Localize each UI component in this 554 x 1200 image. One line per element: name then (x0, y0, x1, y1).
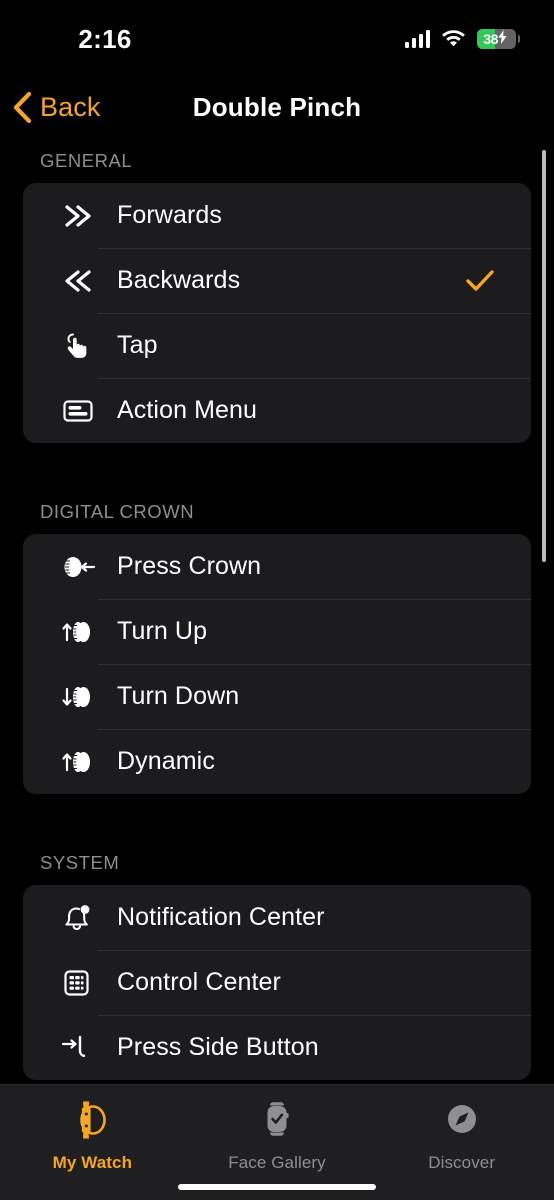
back-button-label: Back (40, 91, 101, 122)
tab-label: Face Gallery (228, 1153, 326, 1172)
side-button-icon (61, 1033, 103, 1063)
status-bar-indicators: 38 (404, 27, 520, 51)
row-press-side-button[interactable]: Press Side Button (23, 1015, 531, 1080)
home-indicator (178, 1184, 376, 1190)
tab-discover[interactable]: Discover (369, 1099, 554, 1173)
battery-indicator: 38 (477, 29, 520, 49)
row-action-menu[interactable]: Action Menu (23, 378, 531, 443)
status-bar-clock: 2:16 (78, 23, 132, 54)
section-system: SYSTEM Notification Center Control Cente… (0, 852, 554, 1080)
row-press-crown[interactable]: Press Crown (23, 534, 531, 599)
crown-turn-down-icon (61, 683, 103, 711)
section-digital-crown: DIGITAL CROWN Press Crown Turn Up Turn D… (0, 501, 554, 794)
row-label: Press Crown (117, 552, 262, 580)
watch-icon (72, 1099, 112, 1146)
battery-icon: 38 (477, 29, 517, 49)
wifi-icon (441, 27, 466, 51)
row-label: Press Side Button (117, 1033, 319, 1061)
row-label: Turn Down (117, 682, 240, 710)
control-center-icon (61, 968, 103, 998)
row-dynamic[interactable]: Dynamic (23, 729, 531, 794)
battery-percent-label: 38 (483, 31, 498, 47)
chevron-left-icon (12, 91, 32, 124)
vertical-scrollbar[interactable] (542, 150, 546, 562)
tap-hand-icon (61, 330, 103, 362)
section-header-system: SYSTEM (40, 852, 120, 873)
tab-my-watch[interactable]: My Watch (0, 1099, 185, 1173)
compass-icon (442, 1099, 482, 1146)
navigation-bar: Double Pinch Back (0, 78, 554, 136)
crown-turn-up-icon (61, 618, 103, 646)
row-label: Turn Up (117, 617, 208, 645)
row-control-center[interactable]: Control Center (23, 950, 531, 1015)
row-label: Dynamic (117, 747, 215, 775)
crown-dynamic-icon (61, 748, 103, 776)
settings-card-general: Forwards Backwards Tap Action Menu (23, 183, 531, 443)
checkmark-icon (465, 268, 495, 294)
tab-label: My Watch (52, 1153, 133, 1172)
crown-press-icon (61, 553, 103, 581)
watch-face-icon (257, 1099, 297, 1146)
back-button[interactable]: Back (12, 78, 100, 136)
row-label: Control Center (117, 968, 281, 996)
cellular-bars-icon (404, 30, 431, 48)
row-turn-up[interactable]: Turn Up (23, 599, 531, 664)
bell-icon (61, 903, 103, 933)
section-header-digital-crown: DIGITAL CROWN (40, 501, 195, 522)
tab-bar: My Watch Face Gallery Discover (0, 1084, 554, 1200)
status-bar: 2:16 38 (0, 0, 554, 70)
tab-label: Discover (428, 1153, 496, 1172)
section-header-general: GENERAL (40, 150, 133, 171)
row-turn-down[interactable]: Turn Down (23, 664, 531, 729)
row-label: Action Menu (117, 396, 258, 424)
row-notification-center[interactable]: Notification Center (23, 885, 531, 950)
battery-cap (517, 35, 520, 43)
chevron-double-right-icon (61, 202, 103, 230)
settings-card-system: Notification Center Control Center Press… (23, 885, 531, 1080)
tab-face-gallery[interactable]: Face Gallery (185, 1099, 370, 1173)
row-backwards[interactable]: Backwards (23, 248, 531, 313)
row-label: Backwards (117, 266, 241, 294)
row-forwards[interactable]: Forwards (23, 183, 531, 248)
row-label: Forwards (117, 201, 222, 229)
action-menu-icon (61, 397, 103, 425)
row-tap[interactable]: Tap (23, 313, 531, 378)
phone-screen: 2:16 38 Double Pinch Back GENERAL Forwar… (0, 0, 554, 1200)
battery-charging-bolt-icon (498, 29, 507, 49)
chevron-double-left-icon (61, 267, 103, 295)
settings-scroll-view[interactable]: GENERAL Forwards Backwards Tap Action Me… (0, 150, 554, 1084)
row-label: Notification Center (117, 903, 325, 931)
section-general: GENERAL Forwards Backwards Tap Action Me… (0, 150, 554, 443)
settings-card-digital-crown: Press Crown Turn Up Turn Down Dynamic (23, 534, 531, 794)
row-label: Tap (117, 331, 158, 359)
